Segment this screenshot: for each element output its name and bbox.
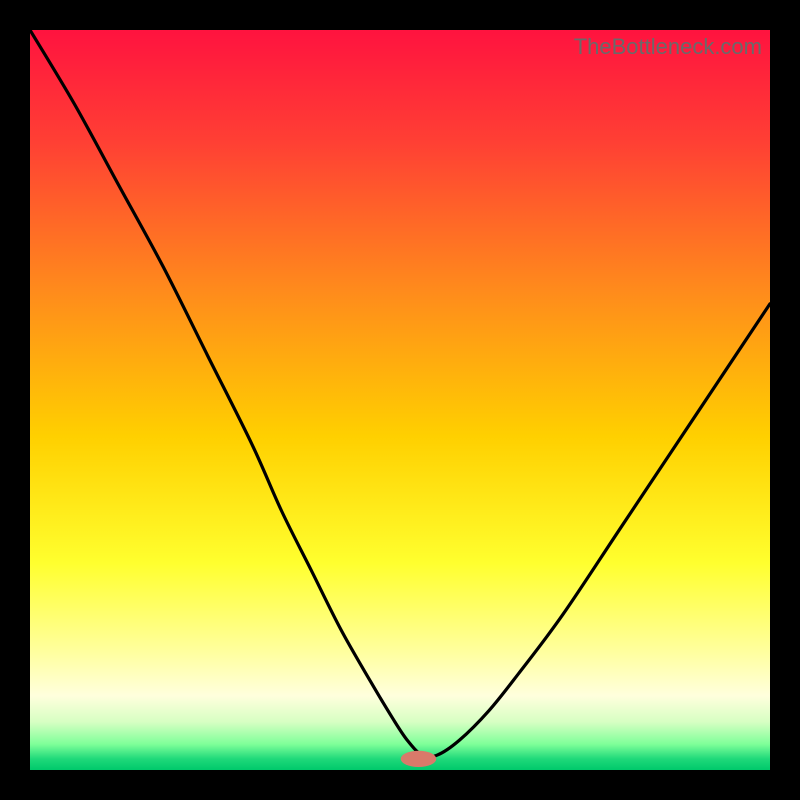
gradient-background <box>30 30 770 770</box>
bottleneck-chart <box>30 30 770 770</box>
minimum-marker <box>401 751 437 767</box>
watermark-label: TheBottleneck.com <box>574 34 762 60</box>
chart-frame: TheBottleneck.com <box>30 30 770 770</box>
